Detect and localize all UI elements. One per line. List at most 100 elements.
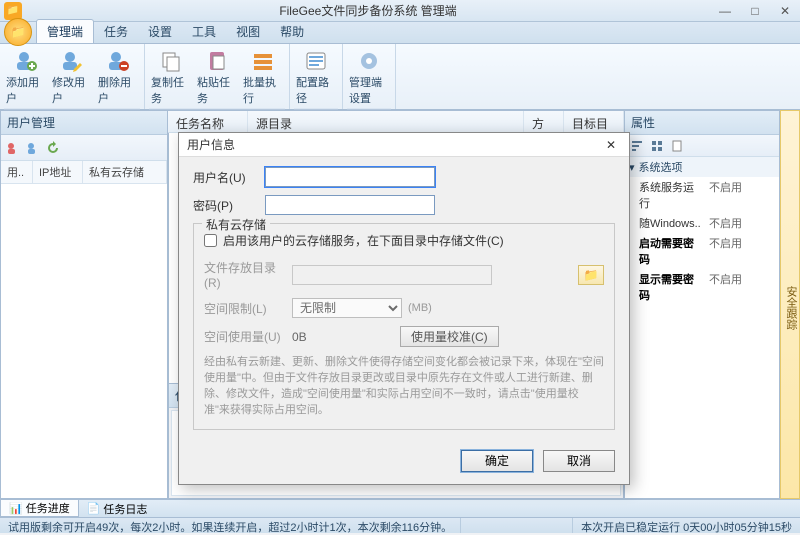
- cloud-fieldset: 私有云存储 启用该用户的云存储服务，在下面目录中存储文件(C) 文件存放目录(R…: [193, 223, 615, 430]
- tab-help[interactable]: 帮助: [270, 20, 314, 43]
- username-label: 用户名(U): [193, 169, 265, 186]
- props-cat-icon[interactable]: [649, 138, 665, 154]
- col-target[interactable]: 目标目录: [564, 111, 624, 132]
- properties-panel: 属性 ▾系统选项 系统服务运行不启用随Windows..不启用启动需要密码不启用…: [624, 110, 780, 499]
- prop-row[interactable]: 显示需要密码不启用: [625, 269, 779, 305]
- task-grid-header: 任务名称 源目录 方式 目标目录: [168, 111, 624, 133]
- title-bar: 📁 FileGee文件同步备份系统 管理端 — □ ✕: [0, 0, 800, 22]
- ribbon-group-user: 添加用户 修改用户 删除用户 用户设置: [0, 44, 145, 109]
- mgr-settings-button[interactable]: 管理端设置: [347, 46, 391, 108]
- dialog-titlebar[interactable]: 用户信息 ✕: [179, 133, 629, 157]
- ribbon-group-software: 配置路径 软件配置: [290, 44, 343, 109]
- limit-select[interactable]: 无限制: [292, 298, 402, 318]
- add-user-icon: [13, 48, 39, 74]
- tab-management[interactable]: 管理端: [36, 19, 94, 43]
- paste-task-button[interactable]: 粘贴任务: [195, 46, 239, 108]
- prop-key: 显示需要密码: [625, 269, 705, 305]
- copy-icon: [158, 48, 184, 74]
- username-input[interactable]: [265, 167, 435, 187]
- col-ip[interactable]: IP地址: [33, 161, 83, 183]
- maximize-button[interactable]: □: [740, 1, 770, 21]
- config-path-button[interactable]: 配置路径: [294, 46, 338, 108]
- prop-row[interactable]: 随Windows..不启用: [625, 213, 779, 233]
- col-mode[interactable]: 方式: [524, 111, 564, 132]
- usage-label: 空间使用量(U): [204, 328, 292, 345]
- properties-body: ▾系统选项 系统服务运行不启用随Windows..不启用启动需要密码不启用显示需…: [625, 157, 779, 498]
- properties-title: 属性: [625, 111, 779, 135]
- ribbon-tabs: 📁 管理端 任务 设置 工具 视图 帮助: [0, 22, 800, 44]
- user-info-dialog: 用户信息 ✕ 用户名(U) 密码(P) 私有云存储 启用该用户的云存储服务，在下…: [178, 132, 630, 485]
- dialog-close-button[interactable]: ✕: [601, 136, 621, 154]
- user-toolbar: [1, 135, 167, 161]
- enable-cloud-checkbox[interactable]: [204, 234, 217, 247]
- password-label: 密码(P): [193, 197, 265, 214]
- user-refresh-icon[interactable]: [45, 140, 61, 156]
- folder-icon: 📁: [584, 268, 599, 282]
- batch-icon: [250, 48, 276, 74]
- status-bar: 试用版剩余可开启49次，每次2小时。如果连续开启，超过2小时计1次，本次剩余11…: [0, 517, 800, 533]
- fieldset-legend: 私有云存储: [202, 216, 270, 233]
- col-source[interactable]: 源目录: [248, 111, 524, 132]
- cancel-button[interactable]: 取消: [543, 450, 615, 472]
- right-rail-tab[interactable]: 安全跟踪: [780, 110, 800, 499]
- user-panel: 用户管理 用.. IP地址 私有云存储: [0, 110, 168, 499]
- log-tabs: 📊任务进度 📄任务日志: [0, 499, 800, 517]
- col-taskname[interactable]: 任务名称: [168, 111, 248, 132]
- minimize-button[interactable]: —: [710, 1, 740, 21]
- copy-task-button[interactable]: 复制任务: [149, 46, 193, 108]
- user-list-body: [1, 184, 167, 498]
- browse-button[interactable]: 📁: [578, 265, 604, 285]
- logtab-progress[interactable]: 📊任务进度: [0, 500, 79, 517]
- col-cloud[interactable]: 私有云存储: [83, 161, 167, 183]
- tab-tasks[interactable]: 任务: [94, 20, 138, 43]
- tab-tools[interactable]: 工具: [182, 20, 226, 43]
- properties-toolbar: [625, 135, 779, 157]
- tab-settings[interactable]: 设置: [138, 20, 182, 43]
- status-uptime: 本次开启已稳定运行 0天00小时05分钟15秒: [572, 518, 800, 533]
- user-list-header: 用.. IP地址 私有云存储: [1, 161, 167, 184]
- ribbon-group-tasks: 复制任务 粘贴任务 批量执行 用户任务: [145, 44, 290, 109]
- paste-icon: [204, 48, 230, 74]
- props-page-icon[interactable]: [669, 138, 685, 154]
- usage-value: 0B: [292, 330, 392, 344]
- password-input[interactable]: [265, 195, 435, 215]
- batch-run-button[interactable]: 批量执行: [241, 46, 285, 108]
- user-edit-icon[interactable]: [25, 140, 41, 156]
- log-icon: 📄: [87, 502, 101, 515]
- prop-val: 不启用: [705, 177, 779, 213]
- delete-user-icon: [105, 48, 131, 74]
- ribbon-group-mgr: 管理端设置 管理端: [343, 44, 396, 109]
- delete-user-button[interactable]: 删除用户: [96, 46, 140, 108]
- app-orb-icon[interactable]: 📁: [4, 18, 32, 46]
- edit-user-button[interactable]: 修改用户: [50, 46, 94, 108]
- limit-label: 空间限制(L): [204, 300, 292, 317]
- config-path-icon: [303, 48, 329, 74]
- prop-group-system[interactable]: ▾系统选项: [625, 157, 779, 177]
- path-input: [292, 265, 492, 285]
- tab-view[interactable]: 视图: [226, 20, 270, 43]
- progress-icon: 📊: [9, 502, 23, 515]
- logtab-log[interactable]: 📄任务日志: [79, 500, 156, 517]
- prop-val: 不启用: [705, 233, 779, 269]
- prop-key: 启动需要密码: [625, 233, 705, 269]
- prop-row[interactable]: 启动需要密码不启用: [625, 233, 779, 269]
- prop-val: 不启用: [705, 269, 779, 305]
- prop-key: 随Windows..: [625, 213, 705, 233]
- edit-user-icon: [59, 48, 85, 74]
- user-panel-title: 用户管理: [1, 111, 167, 135]
- add-user-button[interactable]: 添加用户: [4, 46, 48, 108]
- app-icon: 📁: [4, 2, 22, 20]
- gear-icon: [356, 48, 382, 74]
- props-sort-icon[interactable]: [629, 138, 645, 154]
- prop-row[interactable]: 系统服务运行不启用: [625, 177, 779, 213]
- col-user[interactable]: 用..: [1, 161, 33, 183]
- ok-button[interactable]: 确定: [461, 450, 533, 472]
- user-add-icon[interactable]: [5, 140, 21, 156]
- dialog-title: 用户信息: [187, 136, 235, 153]
- prop-val: 不启用: [705, 213, 779, 233]
- close-button[interactable]: ✕: [770, 1, 800, 21]
- calibrate-button[interactable]: 使用量校准(C): [400, 326, 499, 347]
- window-title: FileGee文件同步备份系统 管理端: [26, 2, 710, 19]
- status-trial: 试用版剩余可开启49次，每次2小时。如果连续开启，超过2小时计1次，本次剩余11…: [0, 518, 461, 533]
- ribbon: 添加用户 修改用户 删除用户 用户设置 复制任务 粘贴任务 批量执行 用户任务 …: [0, 44, 800, 110]
